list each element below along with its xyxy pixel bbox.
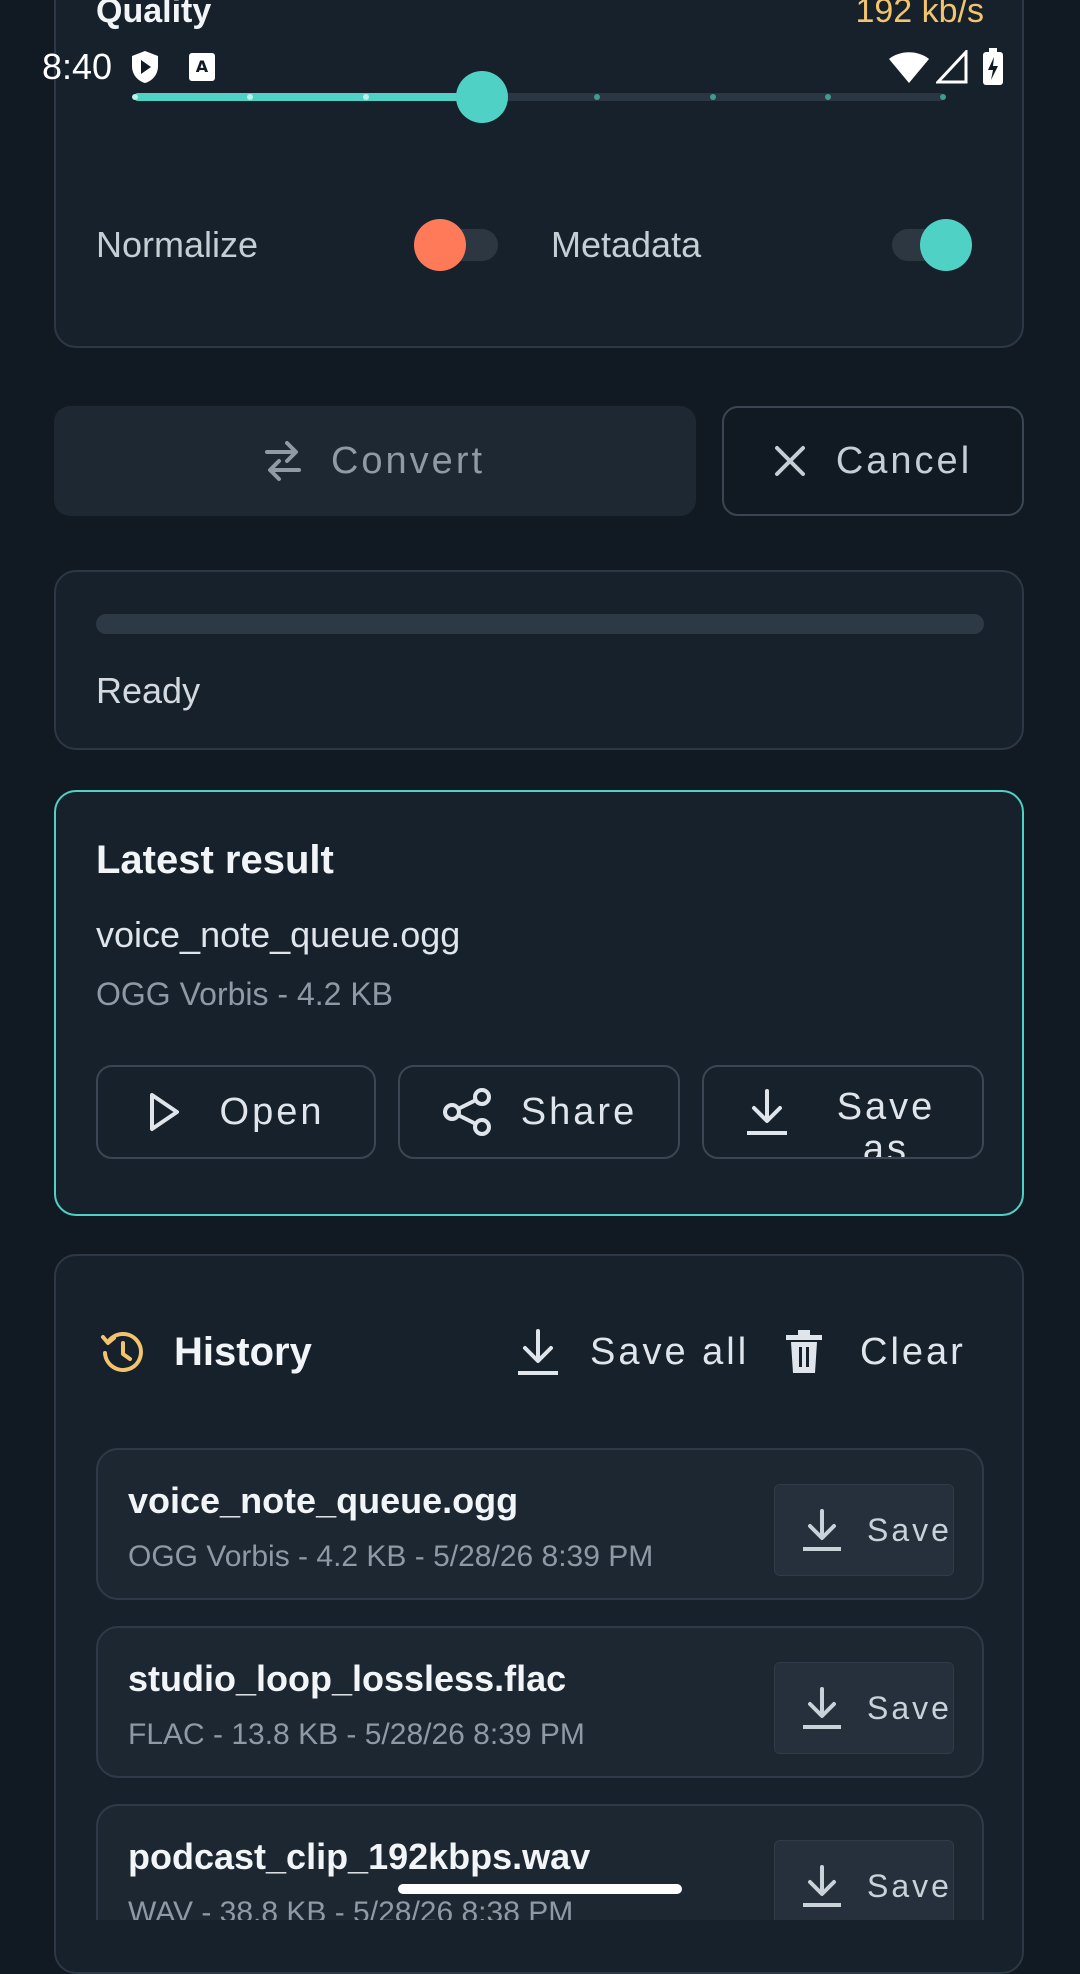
share-label: Share: [520, 1090, 638, 1133]
history-item-meta: OGG Vorbis - 4.2 KB - 5/28/26 8:39 PM: [128, 1540, 654, 1573]
trash-icon: [784, 1329, 824, 1375]
save-as-label: Save as: [836, 1086, 936, 1159]
history-row[interactable]: voice_note_queue.ogg OGG Vorbis - 4.2 KB…: [96, 1448, 984, 1600]
normalize-label: Normalize: [96, 224, 259, 265]
latest-title: Latest result: [96, 838, 334, 882]
metadata-label: Metadata: [551, 224, 702, 265]
convert-label: Convert: [330, 439, 486, 482]
history-item-meta: FLAC - 13.8 KB - 5/28/26 8:39 PM: [128, 1718, 585, 1751]
play-protect-icon: [130, 50, 160, 84]
history-item-save-button[interactable]: Save: [774, 1840, 954, 1920]
save-label: Save: [867, 1867, 952, 1904]
download-icon: [745, 1088, 789, 1136]
share-icon: [441, 1088, 493, 1136]
save-as-button[interactable]: Save as: [702, 1065, 984, 1159]
close-icon: [774, 445, 806, 477]
gesture-nav-handle[interactable]: [398, 1884, 682, 1894]
convert-button[interactable]: Convert: [54, 406, 696, 516]
save-all-button[interactable]: Save all: [516, 1322, 746, 1382]
normalize-toggle[interactable]: [414, 219, 498, 271]
history-row[interactable]: podcast_clip_192kbps.wav WAV - 38.8 KB -…: [96, 1804, 984, 1920]
quality-label: Quality: [96, 0, 212, 30]
progress-card: Ready: [54, 570, 1024, 750]
history-icon: [100, 1330, 146, 1376]
cancel-label: Cancel: [835, 439, 973, 482]
quality-value: 192 kb/s: [855, 0, 984, 30]
open-button[interactable]: Open: [96, 1065, 376, 1159]
history-item-save-button[interactable]: Save: [774, 1662, 954, 1754]
metadata-toggle[interactable]: [892, 219, 976, 271]
slider-tick: [940, 94, 946, 100]
history-item-save-button[interactable]: Save: [774, 1484, 954, 1576]
progress-status: Ready: [96, 670, 201, 711]
download-icon: [801, 1508, 843, 1552]
history-item-name: voice_note_queue.ogg: [128, 1480, 519, 1521]
keyboard-icon: A: [188, 52, 216, 82]
progress-bar: [96, 614, 984, 634]
history-item-name: podcast_clip_192kbps.wav: [128, 1836, 591, 1877]
slider-tick: [594, 94, 600, 100]
history-title: History: [174, 1330, 312, 1374]
slider-tick: [363, 94, 369, 100]
cancel-button[interactable]: Cancel: [722, 406, 1024, 516]
slider-tick: [132, 94, 138, 100]
download-icon: [801, 1864, 843, 1908]
history-row[interactable]: studio_loop_lossless.flac FLAC - 13.8 KB…: [96, 1626, 984, 1778]
toggle-thumb: [414, 219, 466, 271]
swap-arrows-icon: [264, 438, 301, 484]
slider-tick: [710, 94, 716, 100]
history-item-meta: WAV - 38.8 KB - 5/28/26 8:38 PM: [128, 1896, 574, 1920]
latest-meta: OGG Vorbis - 4.2 KB: [96, 976, 393, 1012]
share-button[interactable]: Share: [398, 1065, 680, 1159]
toggle-thumb: [920, 219, 972, 271]
history-item-name: studio_loop_lossless.flac: [128, 1658, 567, 1699]
save-label: Save: [867, 1689, 952, 1726]
battery-charging-icon: [982, 48, 1004, 86]
latest-filename: voice_note_queue.ogg: [96, 914, 461, 955]
download-icon: [801, 1686, 843, 1730]
slider-tick: [247, 94, 253, 100]
wifi-icon: [888, 50, 930, 84]
svg-text:A: A: [196, 57, 209, 76]
clear-label: Clear: [860, 1330, 966, 1373]
signal-icon: [936, 50, 968, 84]
open-label: Open: [219, 1090, 325, 1133]
play-icon: [148, 1092, 180, 1132]
clear-button[interactable]: Clear: [784, 1322, 984, 1382]
slider-fill: [134, 93, 482, 101]
save-all-label: Save all: [590, 1330, 750, 1373]
quality-slider[interactable]: [132, 71, 946, 123]
status-time: 8:40: [42, 46, 113, 87]
download-icon: [516, 1328, 560, 1376]
save-label: Save: [867, 1511, 952, 1548]
slider-tick: [825, 94, 831, 100]
slider-thumb[interactable]: [456, 71, 508, 123]
